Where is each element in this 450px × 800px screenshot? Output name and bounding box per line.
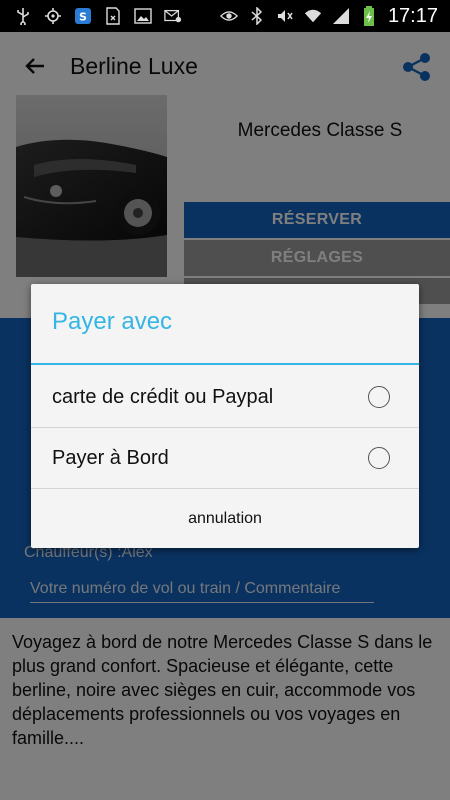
option-pay-on-board[interactable]: Payer à Bord (31, 428, 419, 488)
dialog-title: Payer avec (52, 308, 173, 335)
signal-icon (332, 7, 350, 25)
radio-button[interactable] (368, 447, 390, 469)
cancel-button[interactable]: annulation (31, 489, 419, 548)
payment-dialog: Payer avec carte de crédit ou Paypal Pay… (31, 284, 419, 548)
eye-icon (219, 7, 238, 25)
notification-icons: S (0, 7, 182, 25)
bluetooth-icon (248, 7, 266, 25)
usb-icon (14, 7, 32, 25)
clock: 17:17 (387, 4, 438, 27)
option-label: Payer à Bord (52, 446, 169, 469)
svg-text:S: S (79, 11, 87, 24)
option-label: carte de crédit ou Paypal (52, 385, 274, 408)
radio-button[interactable] (368, 386, 390, 408)
battery-charging-icon (360, 6, 378, 26)
option-credit-card-paypal[interactable]: carte de crédit ou Paypal (31, 367, 419, 427)
mute-icon (276, 7, 294, 25)
shazam-icon: S (74, 7, 92, 25)
wifi-icon (304, 7, 322, 25)
mail-icon (164, 7, 182, 25)
sim-icon (104, 7, 122, 25)
gps-icon (44, 7, 62, 25)
system-icons: 17:17 (219, 4, 450, 28)
status-bar: S 17:17 (0, 0, 450, 32)
dialog-title-divider (31, 363, 419, 365)
image-icon (134, 7, 152, 25)
